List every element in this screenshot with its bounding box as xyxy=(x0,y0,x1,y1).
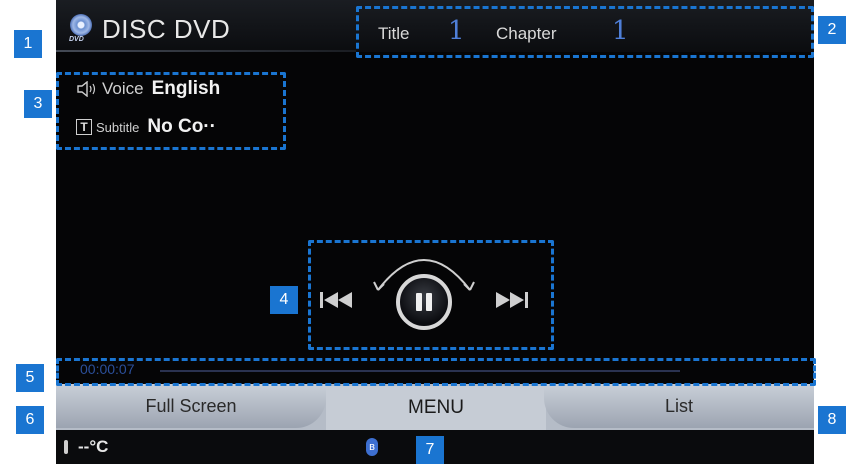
callout-frame-4 xyxy=(308,240,554,350)
menu-button[interactable]: MENU xyxy=(326,386,546,430)
callout-badge-7: 7 xyxy=(416,436,444,464)
callout-frame-3 xyxy=(56,72,286,150)
callout-frame-5 xyxy=(56,358,816,386)
temperature-readout: --°C xyxy=(78,437,109,456)
callout-badge-3: 3 xyxy=(24,90,52,118)
callout-badge-5: 5 xyxy=(16,364,44,392)
callout-frame-2 xyxy=(356,6,814,58)
callout-badge-6: 6 xyxy=(16,406,44,434)
app-title: DISC DVD xyxy=(102,14,231,44)
thermometer-icon xyxy=(64,440,68,454)
bottom-bar: Full Screen MENU List xyxy=(56,384,814,432)
dvd-screen: DVD DISC DVD Title 1 Chapter 1 Voice Eng… xyxy=(56,0,814,464)
disc-type-label: DVD xyxy=(69,36,84,43)
callout-badge-4: 4 xyxy=(270,286,298,314)
header-divider xyxy=(56,50,356,52)
list-button[interactable]: List xyxy=(544,384,814,428)
callout-badge-8: 8 xyxy=(818,406,846,434)
callout-badge-1: 1 xyxy=(14,30,42,58)
full-screen-button[interactable]: Full Screen xyxy=(56,384,326,428)
callout-badge-2: 2 xyxy=(818,16,846,44)
bluetooth-icon: ʙ xyxy=(366,438,378,456)
disc-icon xyxy=(70,14,92,36)
